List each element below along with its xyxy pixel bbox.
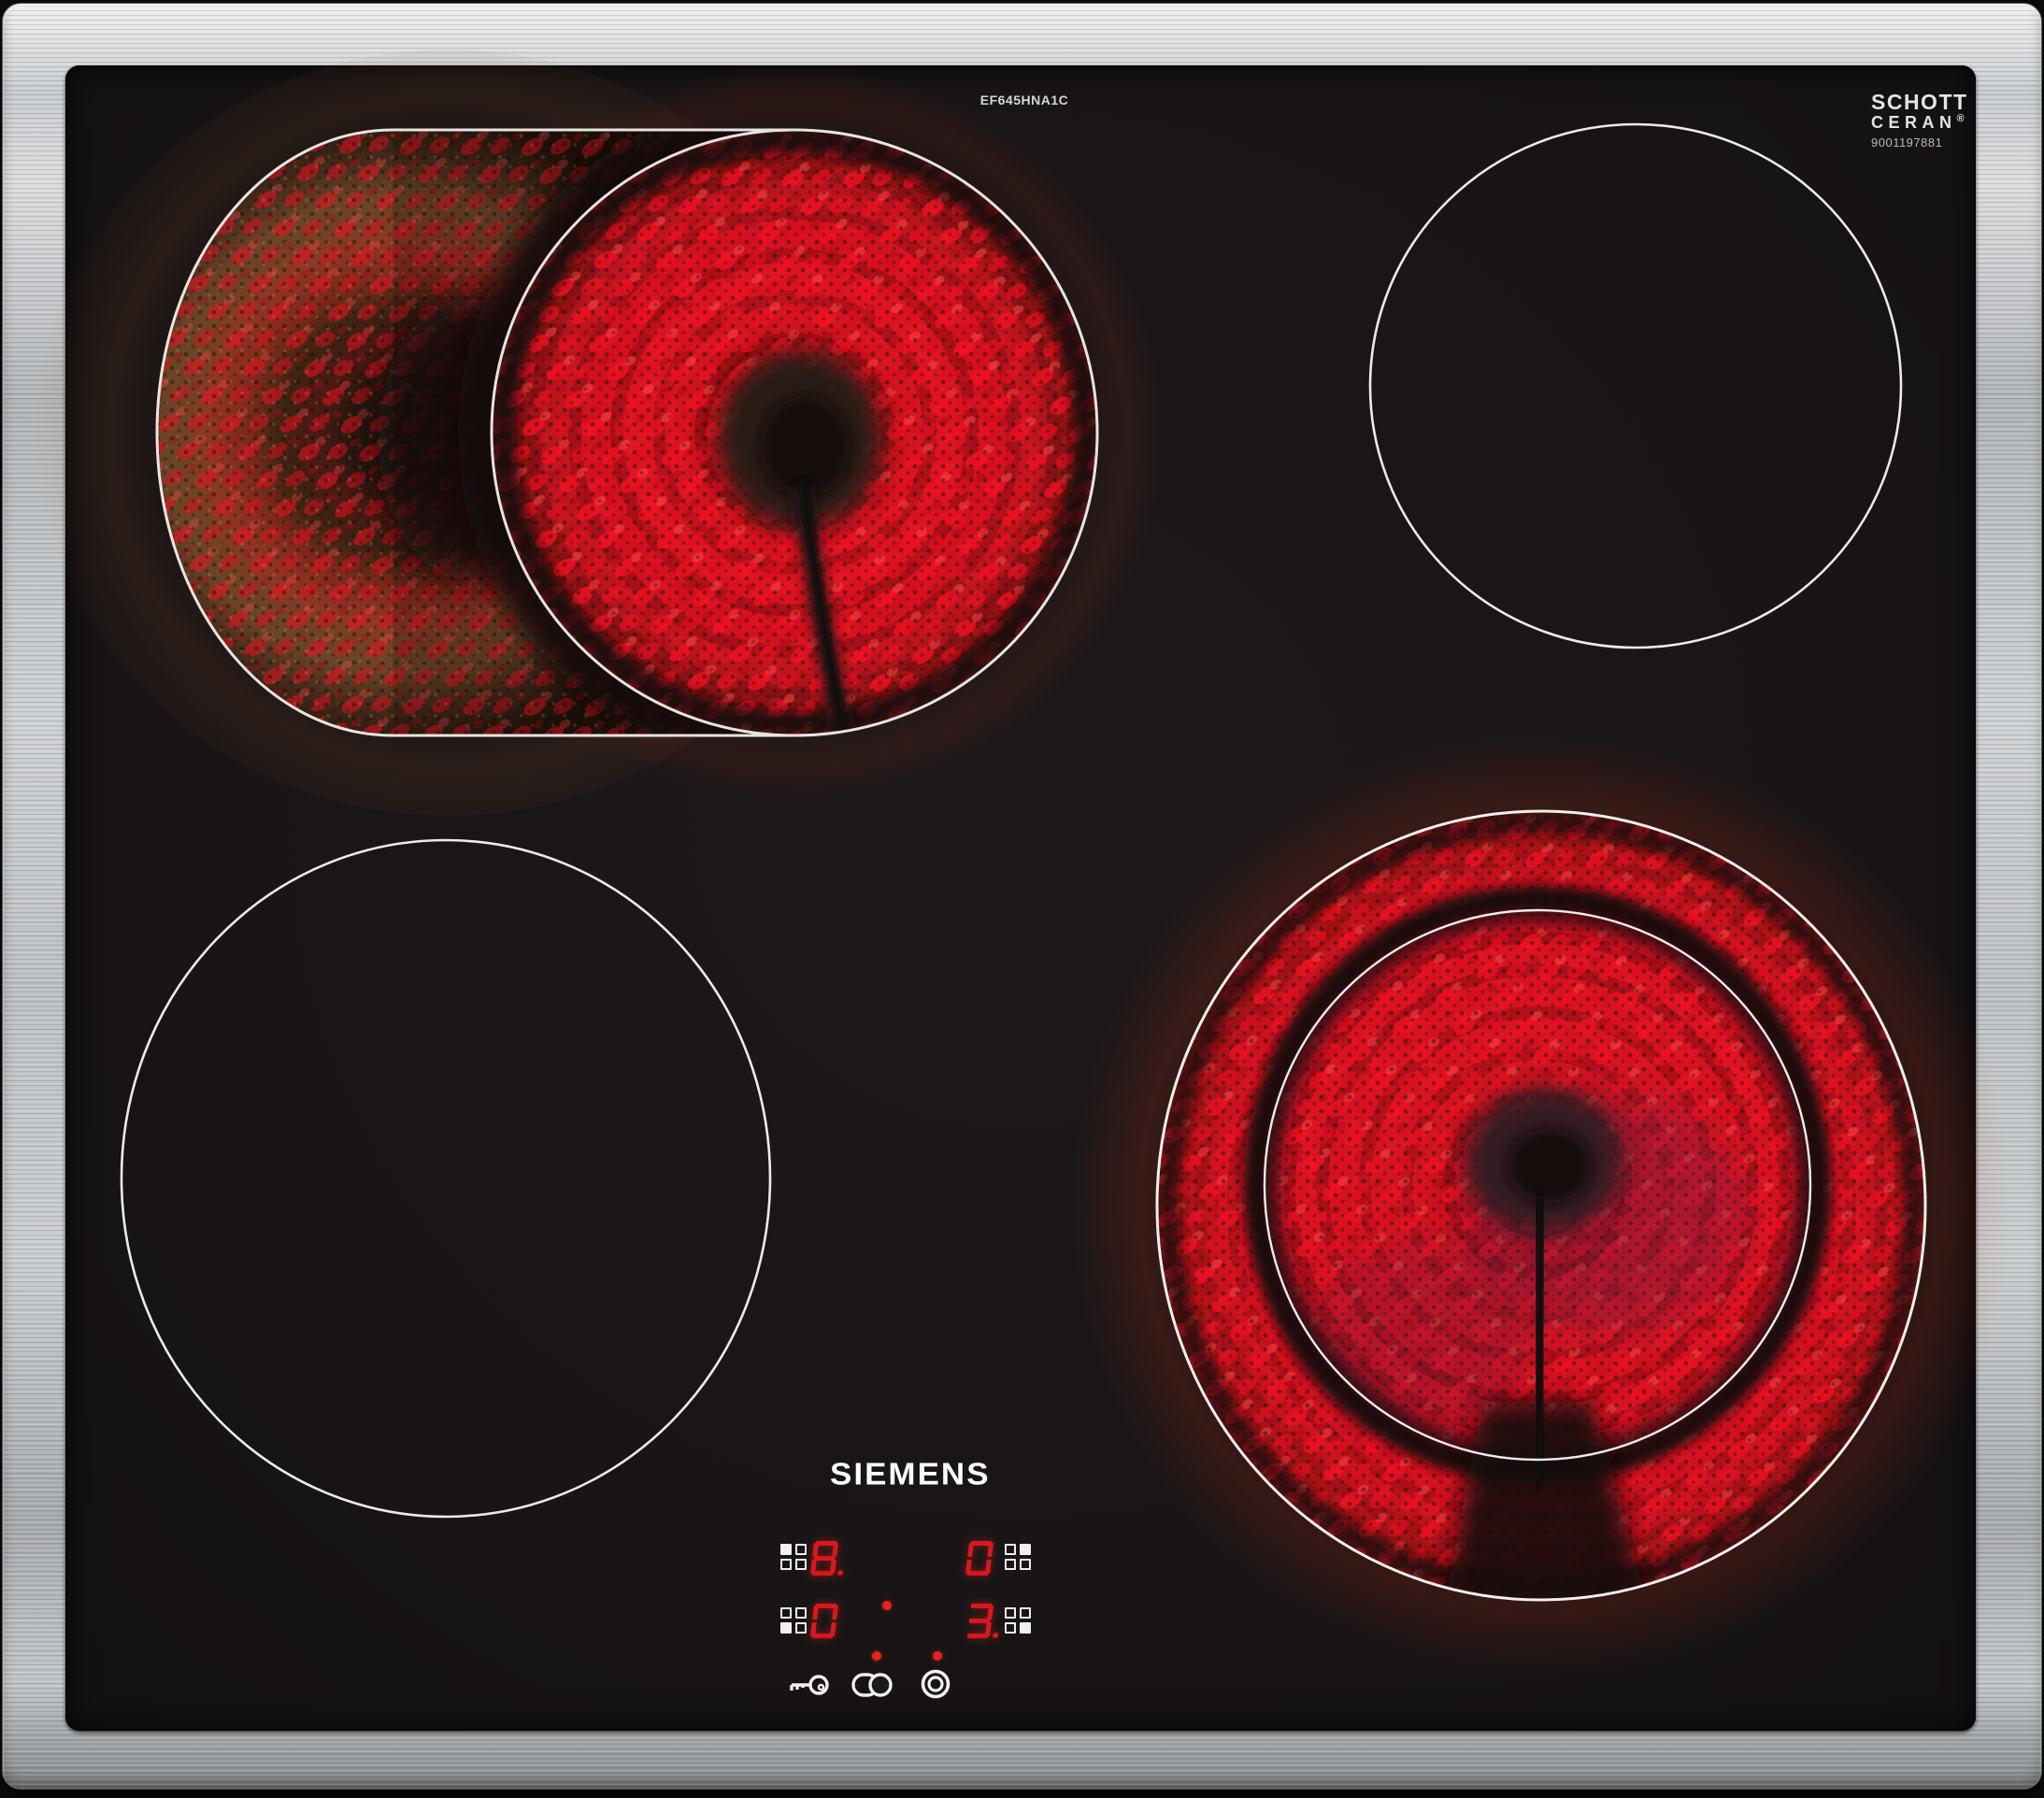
decimal-dot xyxy=(993,1633,999,1638)
zone-selector-icon-back-left[interactable] xyxy=(780,1544,807,1570)
schott-ceran-logo: SCHOTT CERAN® xyxy=(1871,92,1968,131)
selector-square xyxy=(1005,1622,1016,1634)
selector-square xyxy=(795,1559,807,1570)
power-display-back-left xyxy=(810,1541,849,1576)
selector-square xyxy=(1020,1544,1031,1555)
segment-g xyxy=(814,1556,836,1561)
ceramic-glass-surface xyxy=(65,65,1976,1731)
selector-square xyxy=(1020,1622,1031,1634)
dual-ring-icon[interactable] xyxy=(921,1669,951,1704)
segment-f xyxy=(812,1605,819,1620)
segment-b xyxy=(832,1605,838,1620)
indicator-dot-middle xyxy=(882,1601,892,1610)
zone-selector-icon-front-left[interactable] xyxy=(780,1607,807,1634)
selector-square xyxy=(795,1544,807,1555)
selector-square xyxy=(795,1622,807,1634)
schott-line1: SCHOTT xyxy=(1871,92,1968,113)
selector-square xyxy=(780,1559,792,1570)
cooktop-product-photo: EF645HNA1C SCHOTT CERAN® 9001197881 SIEM… xyxy=(0,0,2044,1798)
zone-selector-icon-back-right[interactable] xyxy=(1005,1544,1031,1570)
selector-square xyxy=(795,1607,807,1619)
dual-zone-extension-icon[interactable] xyxy=(851,1673,893,1702)
power-display-back-right xyxy=(965,1541,1004,1576)
indicator-dot-lower-left xyxy=(872,1651,881,1661)
segment-d xyxy=(967,1634,989,1638)
segment-b xyxy=(832,1543,838,1557)
serial-number: 9001197881 xyxy=(1871,136,1942,150)
segment-b xyxy=(987,1543,993,1557)
power-display-front-right xyxy=(965,1604,1004,1638)
selector-square xyxy=(1005,1544,1016,1555)
power-display-front-left xyxy=(810,1604,849,1638)
zone-selector-icon-front-right[interactable] xyxy=(1005,1607,1031,1634)
schott-line2: CERAN® xyxy=(1871,114,1968,131)
selector-square xyxy=(1005,1607,1016,1619)
model-number: EF645HNA1C xyxy=(950,93,1099,107)
selector-square xyxy=(1005,1559,1016,1570)
registered-mark-icon: ® xyxy=(1957,113,1965,124)
segment-f xyxy=(812,1543,819,1557)
selector-square xyxy=(780,1622,792,1634)
segment-f xyxy=(967,1543,974,1557)
decimal-dot xyxy=(837,1570,844,1576)
indicator-dot-lower-right xyxy=(933,1651,942,1661)
selector-square xyxy=(1020,1559,1031,1570)
brand-logo: SIEMENS xyxy=(830,1457,991,1492)
selector-square xyxy=(780,1544,792,1555)
key-lock-icon[interactable] xyxy=(788,1672,831,1703)
segment-b xyxy=(987,1605,993,1620)
selector-square xyxy=(1020,1607,1031,1619)
selector-square xyxy=(780,1607,792,1619)
